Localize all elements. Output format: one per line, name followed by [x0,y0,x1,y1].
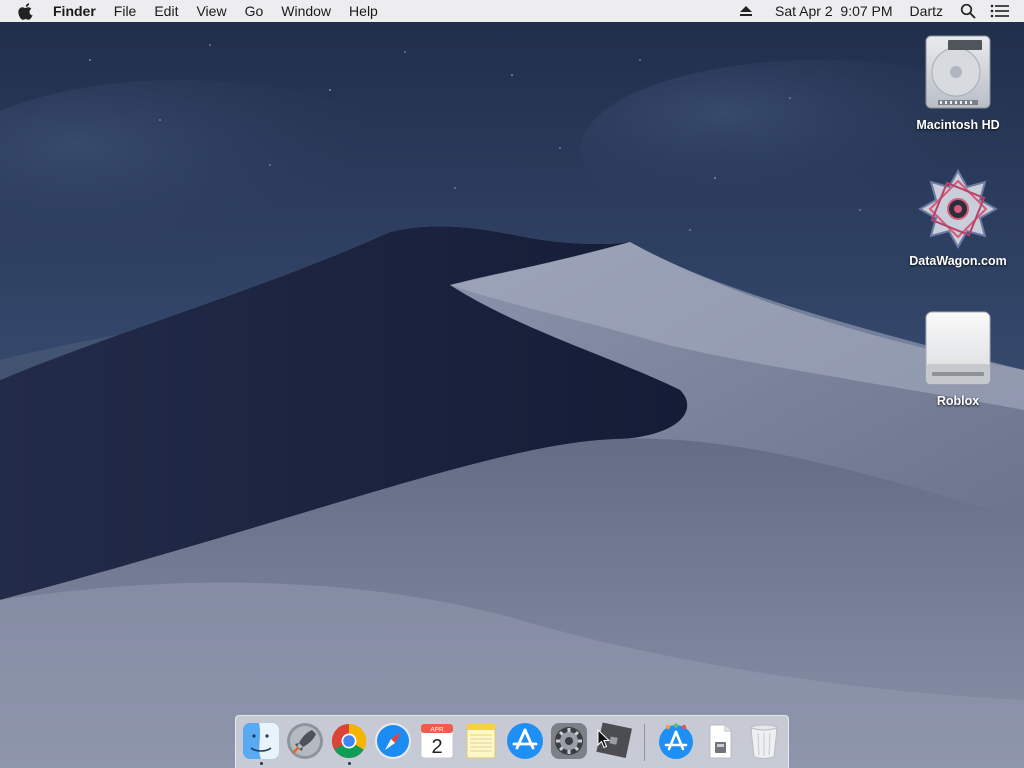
menu-help[interactable]: Help [349,0,378,22]
menu-user[interactable]: Dartz [910,0,943,22]
eject-icon[interactable] [739,5,753,17]
running-indicator [260,762,263,765]
dock-app-safari[interactable] [373,721,413,763]
app-menu-finder[interactable]: Finder [53,0,96,22]
notes-icon [466,723,496,759]
desktop-icon-label: Roblox [936,394,980,408]
app-store-folder-icon [659,723,693,759]
calendar-month: APR [430,727,444,734]
datawagon-disk-icon [918,168,998,250]
document-stack-icon [709,724,732,759]
spotlight-search-icon[interactable] [960,3,976,19]
desktop-icon-datawagon[interactable]: DataWagon.com [903,168,1013,268]
menu-bar: Finder File Edit View Go Window Help Sat… [0,0,1024,22]
apple-menu-icon[interactable] [18,2,34,20]
desktop-icon-label: DataWagon.com [909,254,1007,268]
desktop-icon-label: Macintosh HD [916,118,1000,132]
system-preferences-icon [551,723,587,759]
dock-documents-stack[interactable] [700,721,740,763]
desktop-icon-roblox[interactable]: Roblox [903,308,1013,408]
menu-file[interactable]: File [114,0,137,22]
dock-app-store-folder[interactable] [656,721,696,763]
dock-app-finder[interactable] [241,721,281,765]
external-disk-icon [925,311,991,385]
dock-app-chrome[interactable] [329,721,369,765]
desktop[interactable]: Finder File Edit View Go Window Help Sat… [0,0,1024,768]
calendar-icon: APR 2 [420,723,454,759]
safari-icon [375,723,411,759]
menu-go[interactable]: Go [245,0,264,22]
dock: APR 2 [235,715,789,768]
finder-icon [243,723,279,759]
dock-app-calendar[interactable]: APR 2 [417,721,457,763]
dock-app-launchpad[interactable] [285,721,325,763]
dock-separator [644,724,645,761]
chrome-icon [332,724,366,758]
running-indicator [348,762,351,765]
dock-trash[interactable] [744,721,784,763]
menu-clock[interactable]: Sat Apr 2 9:07 PM [775,0,893,22]
desktop-icon-macintosh-hd[interactable]: Macintosh HD [903,32,1013,132]
calendar-day: 2 [431,736,442,758]
dock-app-notes[interactable] [461,721,501,763]
hard-drive-icon [925,35,991,109]
menu-view[interactable]: View [196,0,226,22]
dock-app-system-preferences[interactable] [549,721,589,763]
wallpaper [0,0,1024,768]
notification-center-icon[interactable] [990,4,1010,18]
app-store-icon [507,723,543,759]
mouse-cursor-icon [597,729,611,749]
menu-edit[interactable]: Edit [154,0,178,22]
trash-icon [750,724,778,759]
menu-window[interactable]: Window [281,0,331,22]
launchpad-icon [287,723,323,759]
dock-app-app-store[interactable] [505,721,545,763]
